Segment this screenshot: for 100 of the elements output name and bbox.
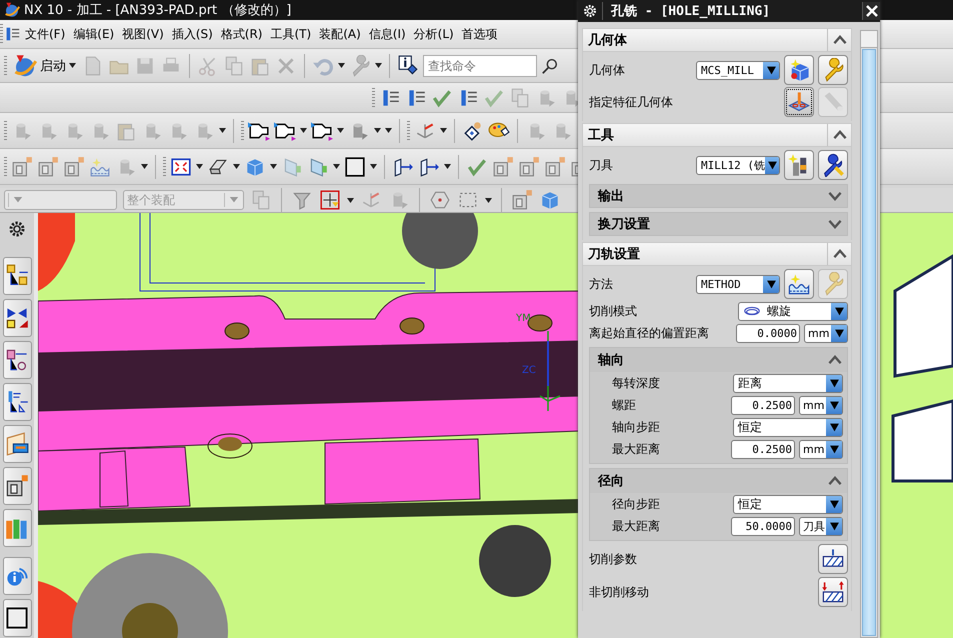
caret-icon bbox=[828, 422, 840, 432]
globe-icon bbox=[13, 54, 37, 78]
profile-icon[interactable] bbox=[311, 120, 333, 142]
icon-button[interactable] bbox=[818, 544, 848, 574]
hexagon-icon[interactable] bbox=[429, 189, 451, 211]
number-field[interactable]: 0.2500 bbox=[731, 396, 795, 414]
group-header[interactable]: 轴向 bbox=[590, 348, 847, 372]
machine-icon bbox=[5, 474, 29, 498]
caret-icon[interactable] bbox=[337, 128, 344, 133]
menu-item[interactable]: 首选项 bbox=[458, 26, 502, 42]
axis-label: ZC bbox=[522, 365, 536, 376]
start-button[interactable]: 启动 bbox=[11, 54, 78, 78]
caret-icon[interactable] bbox=[338, 63, 345, 68]
unit-dropdown[interactable]: 刀具 bbox=[799, 516, 843, 536]
icon-button[interactable] bbox=[784, 87, 814, 117]
menu-item[interactable]: 装配(A) bbox=[315, 26, 365, 42]
menu-item[interactable]: 视图(V) bbox=[118, 26, 168, 42]
dropdown[interactable]: MILL12 (铣 bbox=[696, 156, 780, 174]
edge-line bbox=[100, 450, 129, 508]
close-button[interactable] bbox=[862, 2, 880, 20]
caret-icon bbox=[828, 498, 840, 510]
caret-icon[interactable] bbox=[219, 128, 226, 133]
machine-icon[interactable] bbox=[492, 156, 514, 178]
dropdown[interactable]: 恒定 bbox=[733, 494, 843, 514]
search-field[interactable]: 查找命令 bbox=[423, 54, 537, 76]
sidebar-tab[interactable] bbox=[2, 425, 32, 463]
waves-icon[interactable] bbox=[89, 156, 111, 178]
dropdown[interactable]: 距离 bbox=[733, 374, 843, 392]
caret-icon[interactable] bbox=[300, 128, 307, 133]
profile-icon[interactable] bbox=[274, 120, 296, 142]
caret-icon[interactable] bbox=[233, 164, 240, 169]
field-label: 方法 bbox=[589, 276, 614, 292]
info-icon[interactable] bbox=[397, 54, 419, 76]
machine-icon[interactable] bbox=[511, 189, 533, 211]
menu-item[interactable]: 信息(I) bbox=[364, 26, 410, 42]
field-label: 轴向步距 bbox=[612, 418, 661, 436]
sidebar-tab[interactable] bbox=[2, 299, 32, 337]
caret-icon bbox=[834, 306, 844, 316]
dropdown[interactable]: 螺旋 bbox=[738, 302, 848, 320]
caret-icon[interactable] bbox=[333, 164, 340, 169]
wrench-icon bbox=[821, 153, 845, 177]
frame-icon bbox=[5, 606, 29, 630]
machine-icon[interactable] bbox=[37, 156, 59, 178]
caret-icon[interactable] bbox=[196, 164, 203, 169]
caret-icon[interactable] bbox=[141, 164, 148, 169]
dropdown[interactable]: METHOD bbox=[696, 274, 780, 294]
caret-icon[interactable] bbox=[370, 164, 377, 169]
menu-item[interactable]: 分析(L) bbox=[410, 26, 458, 42]
caret-icon[interactable] bbox=[270, 164, 277, 169]
dropdown[interactable]: 恒定 bbox=[733, 418, 843, 436]
unit-dropdown[interactable]: mm bbox=[799, 440, 843, 458]
frame-icon[interactable] bbox=[344, 156, 366, 178]
caret-icon bbox=[767, 160, 778, 170]
field-label: 非切削移动 bbox=[589, 584, 650, 600]
machine-icon[interactable] bbox=[544, 156, 566, 178]
machine-icon[interactable] bbox=[518, 156, 540, 178]
unit-dropdown[interactable]: mm bbox=[799, 396, 843, 414]
profile-icon[interactable] bbox=[248, 120, 270, 142]
unit-dropdown[interactable]: mm bbox=[804, 324, 848, 342]
target-box-icon[interactable] bbox=[319, 189, 341, 211]
icon-button[interactable] bbox=[818, 577, 848, 607]
menu-item[interactable]: 文件(F) bbox=[21, 26, 70, 42]
icon-button[interactable] bbox=[784, 150, 814, 180]
field-label: 指定特征几何体 bbox=[589, 94, 674, 110]
group-header[interactable]: 输出 bbox=[590, 185, 847, 207]
field-label: 切削参数 bbox=[589, 550, 638, 568]
group-header[interactable]: 径向 bbox=[590, 469, 847, 493]
number-field[interactable]: 50.0000 bbox=[731, 516, 795, 536]
menu-item[interactable]: 编辑(E) bbox=[69, 26, 118, 42]
icon-button[interactable] bbox=[784, 269, 814, 299]
field-label: 最大距离 bbox=[612, 440, 661, 458]
machine-icon[interactable] bbox=[63, 156, 85, 178]
block-arrow-icon[interactable] bbox=[392, 156, 414, 178]
waves-icon bbox=[787, 272, 811, 296]
caret-icon[interactable] bbox=[444, 164, 451, 169]
cube-tree-icon bbox=[5, 264, 29, 288]
caret-icon[interactable] bbox=[347, 198, 354, 202]
caret-icon bbox=[766, 64, 776, 76]
dropdown[interactable]: MCS_MILL bbox=[696, 60, 780, 80]
menu-item[interactable]: 插入(S) bbox=[168, 26, 217, 42]
field-label: 每转深度 bbox=[612, 374, 661, 392]
sidebar-tab[interactable] bbox=[2, 383, 32, 421]
group-header[interactable]: 换刀设置 bbox=[590, 213, 847, 235]
icon-button[interactable] bbox=[818, 150, 848, 180]
block-arrow-icon[interactable] bbox=[418, 156, 440, 178]
caret-icon[interactable] bbox=[485, 198, 492, 202]
caret-icon[interactable] bbox=[440, 128, 447, 133]
frame-arrows-icon[interactable] bbox=[170, 156, 192, 178]
menu-item[interactable]: 工具(T) bbox=[266, 26, 316, 42]
number-field[interactable]: 0.2500 bbox=[731, 440, 795, 458]
sidebar-tab[interactable] bbox=[2, 467, 32, 505]
machine-icon[interactable] bbox=[11, 156, 33, 178]
menu-item[interactable]: 格式(R) bbox=[216, 26, 266, 42]
sidebar-tab[interactable] bbox=[2, 599, 32, 637]
sidebar-tab[interactable] bbox=[2, 257, 32, 295]
sidebar-tab[interactable] bbox=[2, 341, 32, 379]
number-field[interactable]: 0.0000 bbox=[736, 324, 800, 342]
scrollbar[interactable] bbox=[860, 30, 878, 638]
caret-icon bbox=[766, 278, 776, 290]
caret-icon[interactable] bbox=[375, 63, 382, 68]
